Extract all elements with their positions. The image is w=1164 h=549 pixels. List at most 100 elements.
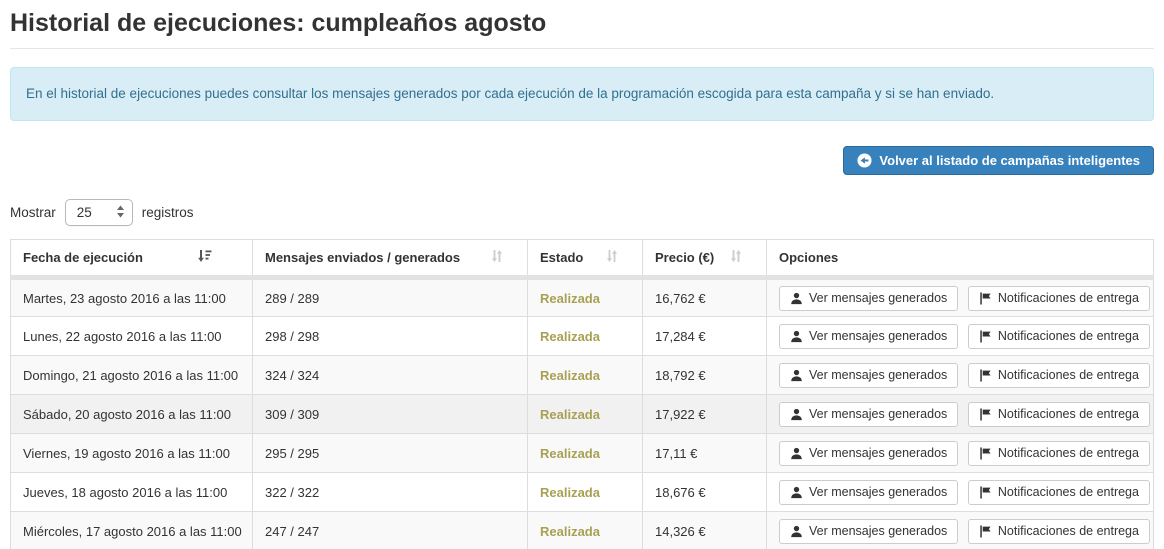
cell-opciones: Ver mensajes generados Notificaciones de…	[767, 356, 1154, 395]
page-length-select[interactable]: 25	[65, 199, 133, 226]
notificaciones-button[interactable]: Notificaciones de entrega	[968, 402, 1150, 427]
flag-icon	[979, 447, 992, 460]
cell-fecha: Viernes, 19 agosto 2016 a las 11:00	[11, 434, 253, 473]
table-row: Miércoles, 17 agosto 2016 a las 11:00 24…	[11, 512, 1154, 549]
sort-both-icon	[606, 249, 618, 266]
cell-mensajes: 322 / 322	[253, 473, 528, 512]
cell-fecha: Jueves, 18 agosto 2016 a las 11:00	[11, 473, 253, 512]
ver-mensajes-label: Ver mensajes generados	[809, 446, 947, 461]
table-row: Sábado, 20 agosto 2016 a las 11:00 309 /…	[11, 395, 1154, 434]
ver-mensajes-button[interactable]: Ver mensajes generados	[779, 286, 958, 311]
cell-opciones: Ver mensajes generados Notificaciones de…	[767, 473, 1154, 512]
flag-icon	[979, 369, 992, 382]
cell-precio: 18,676 €	[643, 473, 767, 512]
cell-fecha: Miércoles, 17 agosto 2016 a las 11:00	[11, 512, 253, 549]
column-label: Opciones	[779, 250, 838, 265]
cell-precio: 18,792 €	[643, 356, 767, 395]
status-badge: Realizada	[528, 278, 643, 317]
notificaciones-button[interactable]: Notificaciones de entrega	[968, 480, 1150, 505]
table-row: Martes, 23 agosto 2016 a las 11:00 289 /…	[11, 278, 1154, 317]
arrow-circle-left-icon	[857, 153, 872, 168]
status-badge: Realizada	[528, 512, 643, 549]
notificaciones-button[interactable]: Notificaciones de entrega	[968, 286, 1150, 311]
ver-mensajes-button[interactable]: Ver mensajes generados	[779, 480, 958, 505]
length-control: Mostrar 25 registros	[10, 199, 1154, 226]
ver-mensajes-label: Ver mensajes generados	[809, 368, 947, 383]
cell-precio: 14,326 €	[643, 512, 767, 549]
column-label: Fecha de ejecución	[23, 250, 143, 265]
user-icon	[790, 369, 803, 382]
flag-icon	[979, 525, 992, 538]
cell-opciones: Ver mensajes generados Notificaciones de…	[767, 278, 1154, 317]
user-icon	[790, 447, 803, 460]
status-badge: Realizada	[528, 434, 643, 473]
notificaciones-button[interactable]: Notificaciones de entrega	[968, 363, 1150, 388]
cell-precio: 17,922 €	[643, 395, 767, 434]
sort-both-icon	[730, 249, 742, 266]
notificaciones-button[interactable]: Notificaciones de entrega	[968, 324, 1150, 349]
user-icon	[790, 330, 803, 343]
info-alert: En el historial de ejecuciones puedes co…	[10, 67, 1154, 121]
user-icon	[790, 525, 803, 538]
cell-mensajes: 289 / 289	[253, 278, 528, 317]
ver-mensajes-label: Ver mensajes generados	[809, 524, 947, 539]
status-badge: Realizada	[528, 317, 643, 356]
page-title: Historial de ejecuciones: cumpleaños ago…	[10, 0, 1154, 49]
notificaciones-label: Notificaciones de entrega	[998, 329, 1139, 344]
cell-opciones: Ver mensajes generados Notificaciones de…	[767, 434, 1154, 473]
user-icon	[790, 486, 803, 499]
table-header-row: Fecha de ejecución	[11, 240, 1154, 278]
cell-opciones: Ver mensajes generados Notificaciones de…	[767, 512, 1154, 549]
ver-mensajes-label: Ver mensajes generados	[809, 407, 947, 422]
cell-mensajes: 324 / 324	[253, 356, 528, 395]
column-header-fecha[interactable]: Fecha de ejecución	[11, 240, 253, 278]
cell-precio: 16,762 €	[643, 278, 767, 317]
length-prefix-label: Mostrar	[10, 205, 56, 220]
notificaciones-label: Notificaciones de entrega	[998, 291, 1139, 306]
cell-mensajes: 295 / 295	[253, 434, 528, 473]
column-header-precio[interactable]: Precio (€)	[643, 240, 767, 278]
column-label: Estado	[540, 250, 583, 265]
notificaciones-label: Notificaciones de entrega	[998, 407, 1139, 422]
ver-mensajes-label: Ver mensajes generados	[809, 329, 947, 344]
notificaciones-button[interactable]: Notificaciones de entrega	[968, 441, 1150, 466]
flag-icon	[979, 292, 992, 305]
flag-icon	[979, 330, 992, 343]
table-row: Jueves, 18 agosto 2016 a las 11:00 322 /…	[11, 473, 1154, 512]
cell-fecha: Sábado, 20 agosto 2016 a las 11:00	[11, 395, 253, 434]
column-label: Mensajes enviados / generados	[265, 250, 460, 265]
cell-precio: 17,11 €	[643, 434, 767, 473]
notificaciones-label: Notificaciones de entrega	[998, 485, 1139, 500]
column-header-mensajes[interactable]: Mensajes enviados / generados	[253, 240, 528, 278]
cell-opciones: Ver mensajes generados Notificaciones de…	[767, 317, 1154, 356]
sort-both-icon	[491, 249, 503, 266]
ver-mensajes-button[interactable]: Ver mensajes generados	[779, 324, 958, 349]
user-icon	[790, 408, 803, 421]
notificaciones-label: Notificaciones de entrega	[998, 524, 1139, 539]
select-stepper-icon	[116, 204, 125, 222]
table-row: Viernes, 19 agosto 2016 a las 11:00 295 …	[11, 434, 1154, 473]
cell-fecha: Martes, 23 agosto 2016 a las 11:00	[11, 278, 253, 317]
status-badge: Realizada	[528, 473, 643, 512]
column-header-estado[interactable]: Estado	[528, 240, 643, 278]
page: Historial de ejecuciones: cumpleaños ago…	[0, 0, 1164, 549]
executions-table: Fecha de ejecución	[10, 239, 1154, 549]
cell-precio: 17,284 €	[643, 317, 767, 356]
column-label: Precio (€)	[655, 250, 714, 265]
back-button-label: Volver al listado de campañas inteligent…	[879, 153, 1140, 169]
info-alert-text: En el historial de ejecuciones puedes co…	[26, 86, 994, 101]
ver-mensajes-button[interactable]: Ver mensajes generados	[779, 363, 958, 388]
ver-mensajes-button[interactable]: Ver mensajes generados	[779, 402, 958, 427]
cell-fecha: Lunes, 22 agosto 2016 a las 11:00	[11, 317, 253, 356]
notificaciones-button[interactable]: Notificaciones de entrega	[968, 519, 1150, 544]
ver-mensajes-button[interactable]: Ver mensajes generados	[779, 519, 958, 544]
sort-desc-icon	[197, 249, 212, 266]
toolbar: Volver al listado de campañas inteligent…	[10, 146, 1154, 176]
ver-mensajes-label: Ver mensajes generados	[809, 291, 947, 306]
cell-opciones: Ver mensajes generados Notificaciones de…	[767, 395, 1154, 434]
status-badge: Realizada	[528, 356, 643, 395]
back-to-campaigns-button[interactable]: Volver al listado de campañas inteligent…	[843, 146, 1154, 176]
cell-mensajes: 309 / 309	[253, 395, 528, 434]
flag-icon	[979, 408, 992, 421]
ver-mensajes-button[interactable]: Ver mensajes generados	[779, 441, 958, 466]
